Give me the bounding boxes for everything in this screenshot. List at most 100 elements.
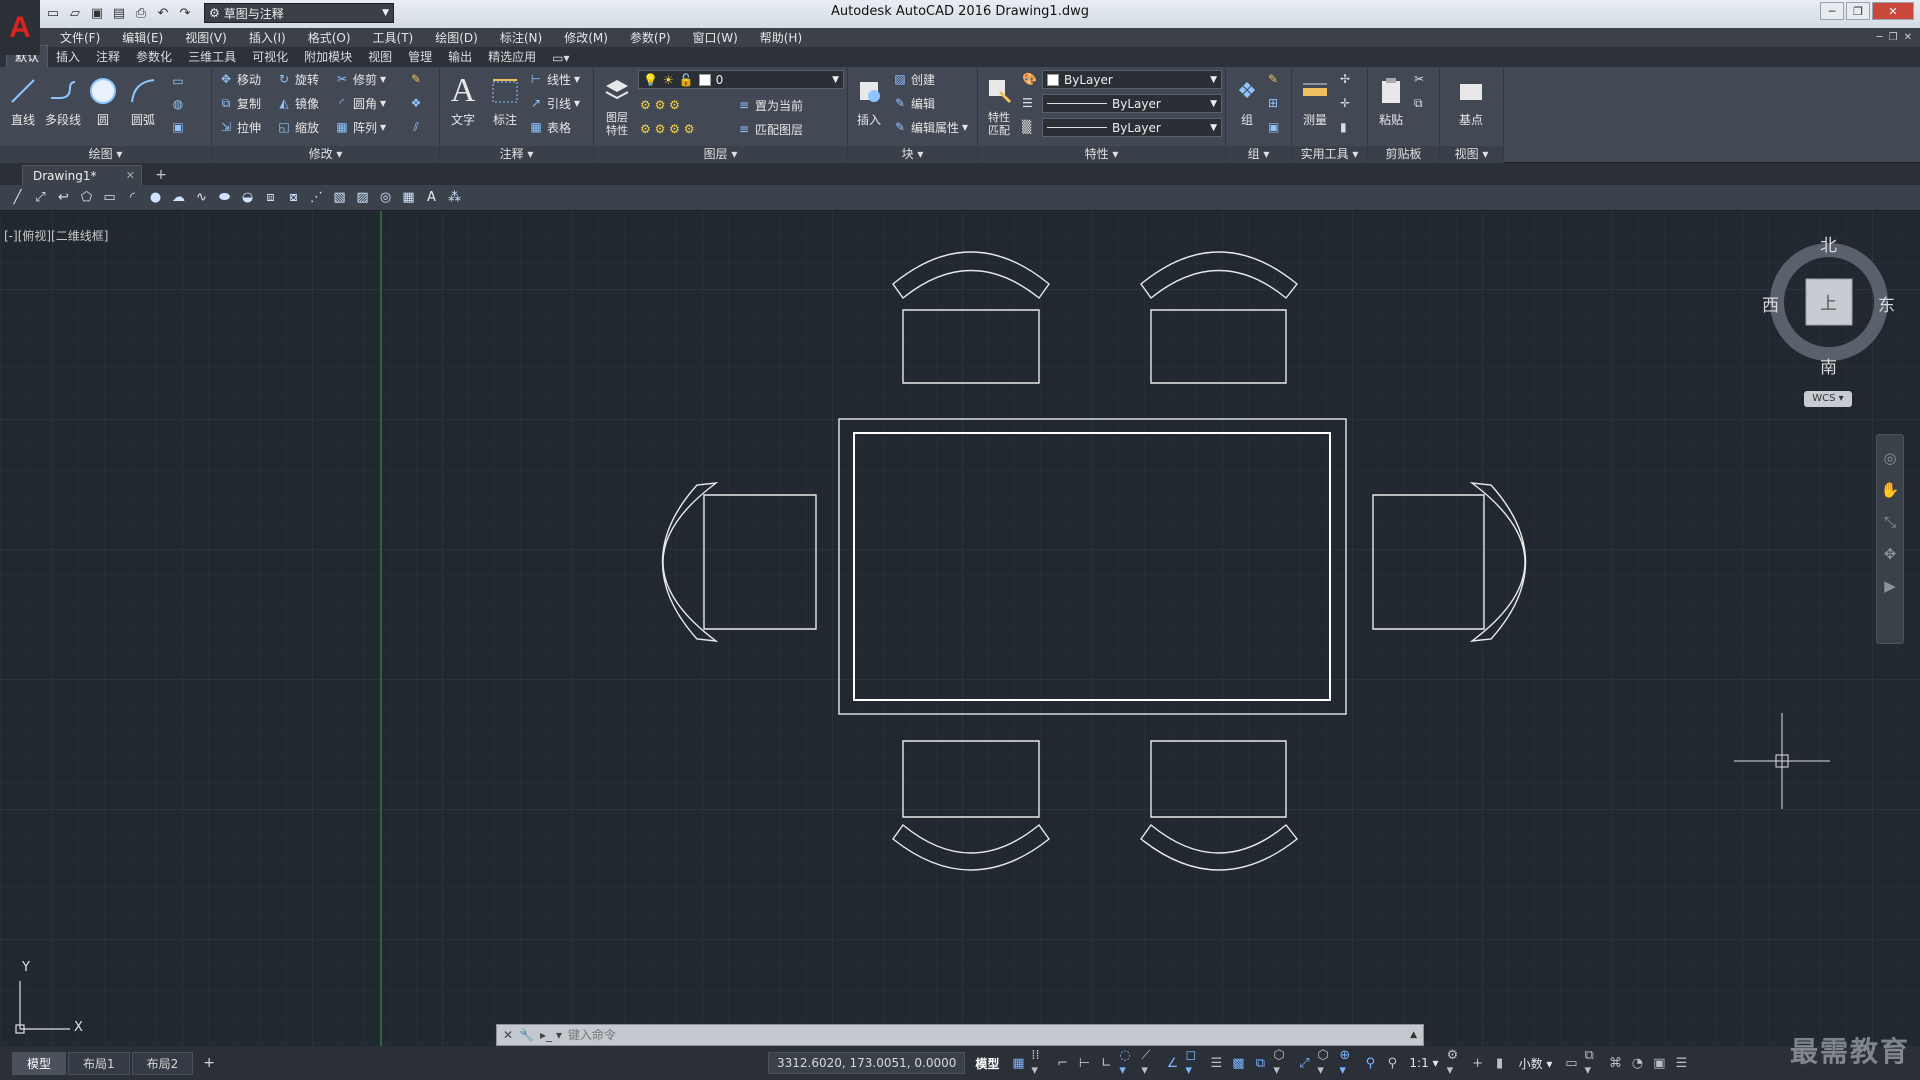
file-tab-drawing1[interactable]: Drawing1* ✕ — [22, 165, 142, 185]
compass-south[interactable]: 南 — [1820, 353, 1837, 378]
add-layout-button[interactable]: + — [195, 1053, 223, 1073]
spline-icon[interactable]: ∿ — [192, 188, 211, 207]
tab-parametric[interactable]: 参数化 — [128, 46, 180, 67]
clean-screen-icon[interactable]: ▣ — [1650, 1053, 1668, 1073]
circle-icon[interactable]: ● — [146, 188, 165, 207]
ellipse-arc-icon[interactable]: ◒ — [238, 188, 257, 207]
fillet-tool[interactable]: ◜ 圆角 ▾ — [334, 93, 386, 113]
tab-manage[interactable]: 管理 — [400, 46, 440, 67]
clipboard-panel-title[interactable]: 剪贴板 — [1368, 146, 1439, 163]
layer-dropdown[interactable]: 💡 ☀ 🔓 0 ▼ — [638, 70, 844, 89]
dynamic-input-icon[interactable]: ⊢ — [1075, 1053, 1093, 1073]
arc-tool[interactable]: 圆弧 — [124, 71, 162, 128]
doc-minimize-icon[interactable]: ─ — [1877, 32, 1883, 43]
ellipse-icon[interactable]: ⬬ — [215, 188, 234, 207]
point-icon[interactable]: ⋰ — [307, 188, 326, 207]
paste-tool[interactable]: 粘贴 — [1372, 71, 1410, 128]
restore-button[interactable]: ❐ — [1846, 2, 1870, 20]
lineweight-icon[interactable]: ☰ — [1022, 93, 1033, 113]
viewcube[interactable]: 上 北 南 西 东 — [1762, 236, 1895, 378]
group-select-icon[interactable]: ▣ — [1268, 117, 1279, 137]
save-icon[interactable]: ▣ — [88, 4, 106, 22]
menu-file[interactable]: 文件(F) — [50, 29, 110, 46]
customize-icon[interactable]: 🔧 — [519, 1028, 534, 1042]
redo-icon[interactable]: ↷ — [176, 4, 194, 22]
revcloud-icon[interactable]: ☁ — [169, 188, 188, 207]
draw-panel-title[interactable]: 绘图 ▾ — [0, 146, 211, 163]
tab-annotate[interactable]: 注释 — [88, 46, 128, 67]
make-block-icon[interactable]: ⧇ — [284, 188, 303, 207]
polyline-tool[interactable]: 多段线 — [44, 71, 82, 128]
rotate-tool[interactable]: ↻ 旋转 — [276, 69, 319, 89]
match-layer-tool[interactable]: ≡ 匹配图层 — [736, 119, 803, 139]
tab-featured-apps[interactable]: 精选应用 — [480, 46, 544, 67]
linetype-dropdown[interactable]: ByLayer ▼ — [1042, 94, 1222, 113]
dimension-tool[interactable]: 标注 — [486, 71, 524, 128]
tab-model[interactable]: 模型 — [12, 1051, 67, 1075]
insert-block-tool[interactable]: 插入 — [850, 71, 888, 128]
color-dropdown[interactable]: ByLayer ▼ — [1042, 70, 1222, 89]
lineweight-dropdown[interactable]: ByLayer ▼ — [1042, 118, 1222, 137]
line-tool[interactable]: 直线 — [4, 71, 42, 128]
zoom-extents-icon[interactable]: ⤡ — [1884, 513, 1896, 531]
menu-view[interactable]: 视图(V) — [175, 29, 237, 46]
open-file-icon[interactable]: ▱ — [66, 4, 84, 22]
layer-tools-row1[interactable]: ⚙ ⚙ ⚙ — [640, 95, 680, 115]
circle-tool[interactable]: 圆 — [84, 71, 122, 128]
annotation-visibility-icon[interactable]: ⚲ — [1361, 1053, 1379, 1073]
isodraft-icon[interactable]: ⟋ ▾ — [1141, 1048, 1159, 1078]
drawing-canvas[interactable]: [-][俯视][二维线框] Y X 上 北 南 西 东 WCS ▾ ◎ ✋ ⤡ … — [0, 211, 1920, 1046]
properties-panel-title[interactable]: 特性 ▾ — [978, 146, 1225, 163]
tab-visualize[interactable]: 可视化 — [244, 46, 296, 67]
tab-layout1[interactable]: 布局1 — [68, 1051, 130, 1075]
mtext-icon[interactable]: A — [422, 188, 441, 207]
linear-dim-tool[interactable]: ⊢ 线性 ▾ — [528, 69, 580, 89]
arc-icon[interactable]: ◜ — [123, 188, 142, 207]
rectangle-icon[interactable]: ▭ — [100, 188, 119, 207]
object-snap-tracking-icon[interactable]: ∠ — [1163, 1053, 1181, 1073]
tab-view[interactable]: 视图 — [360, 46, 400, 67]
region-icon[interactable]: ◎ — [376, 188, 395, 207]
add-selected-icon[interactable]: ⁂ — [445, 188, 464, 207]
workspace-dropdown[interactable]: ⚙ 草图与注释 ▼ — [204, 3, 394, 23]
compass-west[interactable]: 西 — [1762, 291, 1779, 316]
quick-select-icon[interactable]: ✛ — [1340, 93, 1350, 113]
edit-block-tool[interactable]: ✎ 编辑 — [892, 93, 935, 113]
quick-properties-icon[interactable]: ▭ — [1562, 1053, 1580, 1073]
group-tool[interactable]: ❖ 组 — [1228, 71, 1266, 128]
viewport-controls-label[interactable]: [-][俯视][二维线框] — [4, 227, 108, 244]
menu-edit[interactable]: 编辑(E) — [112, 29, 173, 46]
layer-properties-tool[interactable]: 图层 特性 — [598, 71, 636, 137]
calculator-icon[interactable]: ▮ — [1340, 117, 1347, 137]
gradient-icon[interactable]: ▨ — [353, 188, 372, 207]
model-space[interactable] — [0, 211, 1920, 1046]
line-icon[interactable]: ╱ — [8, 188, 27, 207]
edit-attributes-tool[interactable]: ✎ 编辑属性 ▾ — [892, 117, 968, 137]
set-current-tool[interactable]: ≡ 置为当前 — [736, 95, 803, 115]
transparency-icon[interactable]: ▒ — [1022, 117, 1031, 137]
array-tool[interactable]: ▦ 阵列 ▾ — [334, 117, 386, 137]
hatch-icon[interactable]: ▧ — [330, 188, 349, 207]
insert-block-icon[interactable]: ⧈ — [261, 188, 280, 207]
copy-clip-icon[interactable]: ⧉ — [1414, 93, 1423, 113]
tab-output[interactable]: 输出 — [440, 46, 480, 67]
snap-icon[interactable]: ⁞⁞ ▾ — [1031, 1048, 1049, 1078]
orbit-icon[interactable]: ✥ — [1884, 545, 1897, 563]
group-edit-icon[interactable]: ⊞ — [1268, 93, 1278, 113]
match-properties-tool[interactable]: 特性 匹配 — [980, 71, 1018, 137]
new-file-icon[interactable]: ▭ — [44, 4, 62, 22]
ortho-icon[interactable]: ∟ — [1097, 1053, 1115, 1073]
base-view-tool[interactable]: 基点 — [1452, 71, 1490, 128]
minimize-button[interactable]: ─ — [1820, 2, 1844, 20]
compass-east[interactable]: 东 — [1878, 291, 1895, 316]
polar-tracking-icon[interactable]: ◌ ▾ — [1119, 1048, 1137, 1078]
leader-tool[interactable]: ↗ 引线 ▾ — [528, 93, 580, 113]
offset-tool[interactable]: ⫽ — [408, 117, 424, 137]
explode-tool[interactable]: ❖ — [408, 93, 424, 113]
polygon-icon[interactable]: ⬠ — [77, 188, 96, 207]
menu-insert[interactable]: 插入(I) — [239, 29, 296, 46]
menu-dimension[interactable]: 标注(N) — [490, 29, 552, 46]
selection-cycling-icon[interactable]: ⧉ — [1251, 1053, 1269, 1073]
annotation-scale[interactable]: 1:1 ▾ — [1405, 1056, 1442, 1070]
auto-scale-icon[interactable]: ⚲ — [1383, 1053, 1401, 1073]
